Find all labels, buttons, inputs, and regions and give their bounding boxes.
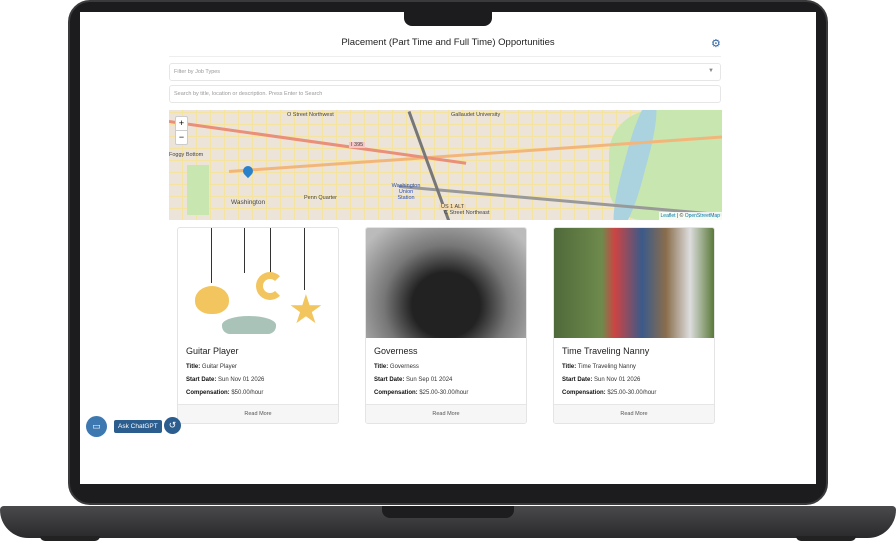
value: Sun Nov 01 2026 — [594, 377, 641, 383]
job-image — [554, 228, 714, 338]
zoom-control: + − — [175, 116, 188, 145]
value: Sun Sep 01 2024 — [406, 377, 453, 383]
attribution-sep: | © — [675, 213, 685, 219]
job-title-line: Title: Governess — [374, 364, 419, 370]
value: Sun Nov 01 2026 — [218, 377, 265, 383]
zoom-in-button[interactable]: + — [176, 117, 187, 130]
read-more-button[interactable]: Read More — [178, 404, 338, 423]
map-label: Penn Quarter — [304, 195, 338, 201]
map-label: Washington — [231, 199, 266, 206]
label: Compensation: — [186, 390, 230, 396]
gear-icon[interactable]: ⚙ — [711, 37, 721, 50]
map-label: Washington Union Station — [391, 183, 421, 201]
divider — [169, 56, 721, 57]
osm-link[interactable]: OpenStreetMap — [685, 213, 720, 219]
label: Compensation: — [374, 390, 418, 396]
ask-chatgpt-button[interactable]: Ask ChatGPT — [114, 420, 162, 433]
value: $50.00/hour — [231, 390, 264, 396]
chevron-down-icon: ▼ — [708, 68, 714, 74]
label: Title: — [562, 364, 577, 370]
map[interactable]: + − Washington Penn Quarter Washington U… — [169, 110, 722, 220]
label: Title: — [374, 364, 389, 370]
history-icon[interactable]: ↺ — [164, 417, 181, 434]
job-start-line: Start Date: Sun Sep 01 2024 — [374, 377, 452, 383]
map-label: I 395 — [349, 142, 366, 148]
label: Start Date: — [374, 377, 405, 383]
job-title-line: Title: Guitar Player — [186, 364, 237, 370]
job-card[interactable]: ★ Guitar Player Title: Guitar Player Sta… — [177, 227, 339, 424]
laptop-foot — [40, 536, 100, 541]
value: Governess — [389, 364, 419, 370]
label: Start Date: — [186, 377, 217, 383]
search-input[interactable]: Search by title, location or description… — [169, 85, 721, 103]
job-comp-line: Compensation: $25.00-30.00/hour — [374, 390, 468, 396]
zoom-out-button[interactable]: − — [176, 130, 187, 144]
filter-placeholder: Filter by Job Types — [174, 69, 221, 75]
map-marker-icon[interactable] — [240, 163, 256, 179]
camera-notch — [404, 10, 492, 26]
map-attribution: Leaflet | © OpenStreetMap — [658, 212, 722, 220]
value: Time Traveling Nanny — [577, 364, 636, 370]
map-label: O Street Northwest — [287, 112, 334, 118]
label: Start Date: — [562, 377, 593, 383]
map-label: C Street Northeast — [444, 210, 490, 216]
map-label: Gallaudet University — [451, 112, 501, 118]
job-card[interactable]: Governess Title: Governess Start Date: S… — [365, 227, 527, 424]
leaflet-link[interactable]: Leaflet — [661, 213, 676, 219]
job-heading: Guitar Player — [186, 346, 239, 356]
map-label: Foggy Bottom — [169, 152, 204, 158]
laptop-groove — [382, 506, 514, 518]
job-start-line: Start Date: Sun Nov 01 2026 — [186, 377, 264, 383]
job-comp-line: Compensation: $50.00/hour — [186, 390, 263, 396]
label: Compensation: — [562, 390, 606, 396]
read-more-button[interactable]: Read More — [366, 404, 526, 423]
job-image: ★ — [178, 228, 338, 338]
label: Title: — [186, 364, 201, 370]
job-title-line: Title: Time Traveling Nanny — [562, 364, 636, 370]
laptop-foot — [796, 536, 856, 541]
search-placeholder: Search by title, location or description… — [174, 91, 323, 97]
read-more-button[interactable]: Read More — [554, 404, 714, 423]
job-type-filter[interactable]: Filter by Job Types ▼ — [169, 63, 721, 81]
job-image — [366, 228, 526, 338]
value: Guitar Player — [201, 364, 237, 370]
job-comp-line: Compensation: $25.00-30.00/hour — [562, 390, 656, 396]
job-start-line: Start Date: Sun Nov 01 2026 — [562, 377, 640, 383]
screen: Placement (Part Time and Full Time) Oppo… — [80, 12, 816, 484]
value: $25.00-30.00/hour — [607, 390, 657, 396]
park — [187, 165, 209, 215]
job-heading: Time Traveling Nanny — [562, 346, 650, 356]
value: $25.00-30.00/hour — [419, 390, 469, 396]
chat-icon[interactable]: ▭ — [86, 416, 107, 437]
job-heading: Governess — [374, 346, 418, 356]
page-title: Placement (Part Time and Full Time) Oppo… — [341, 37, 555, 48]
job-card[interactable]: Time Traveling Nanny Title: Time Traveli… — [553, 227, 715, 424]
